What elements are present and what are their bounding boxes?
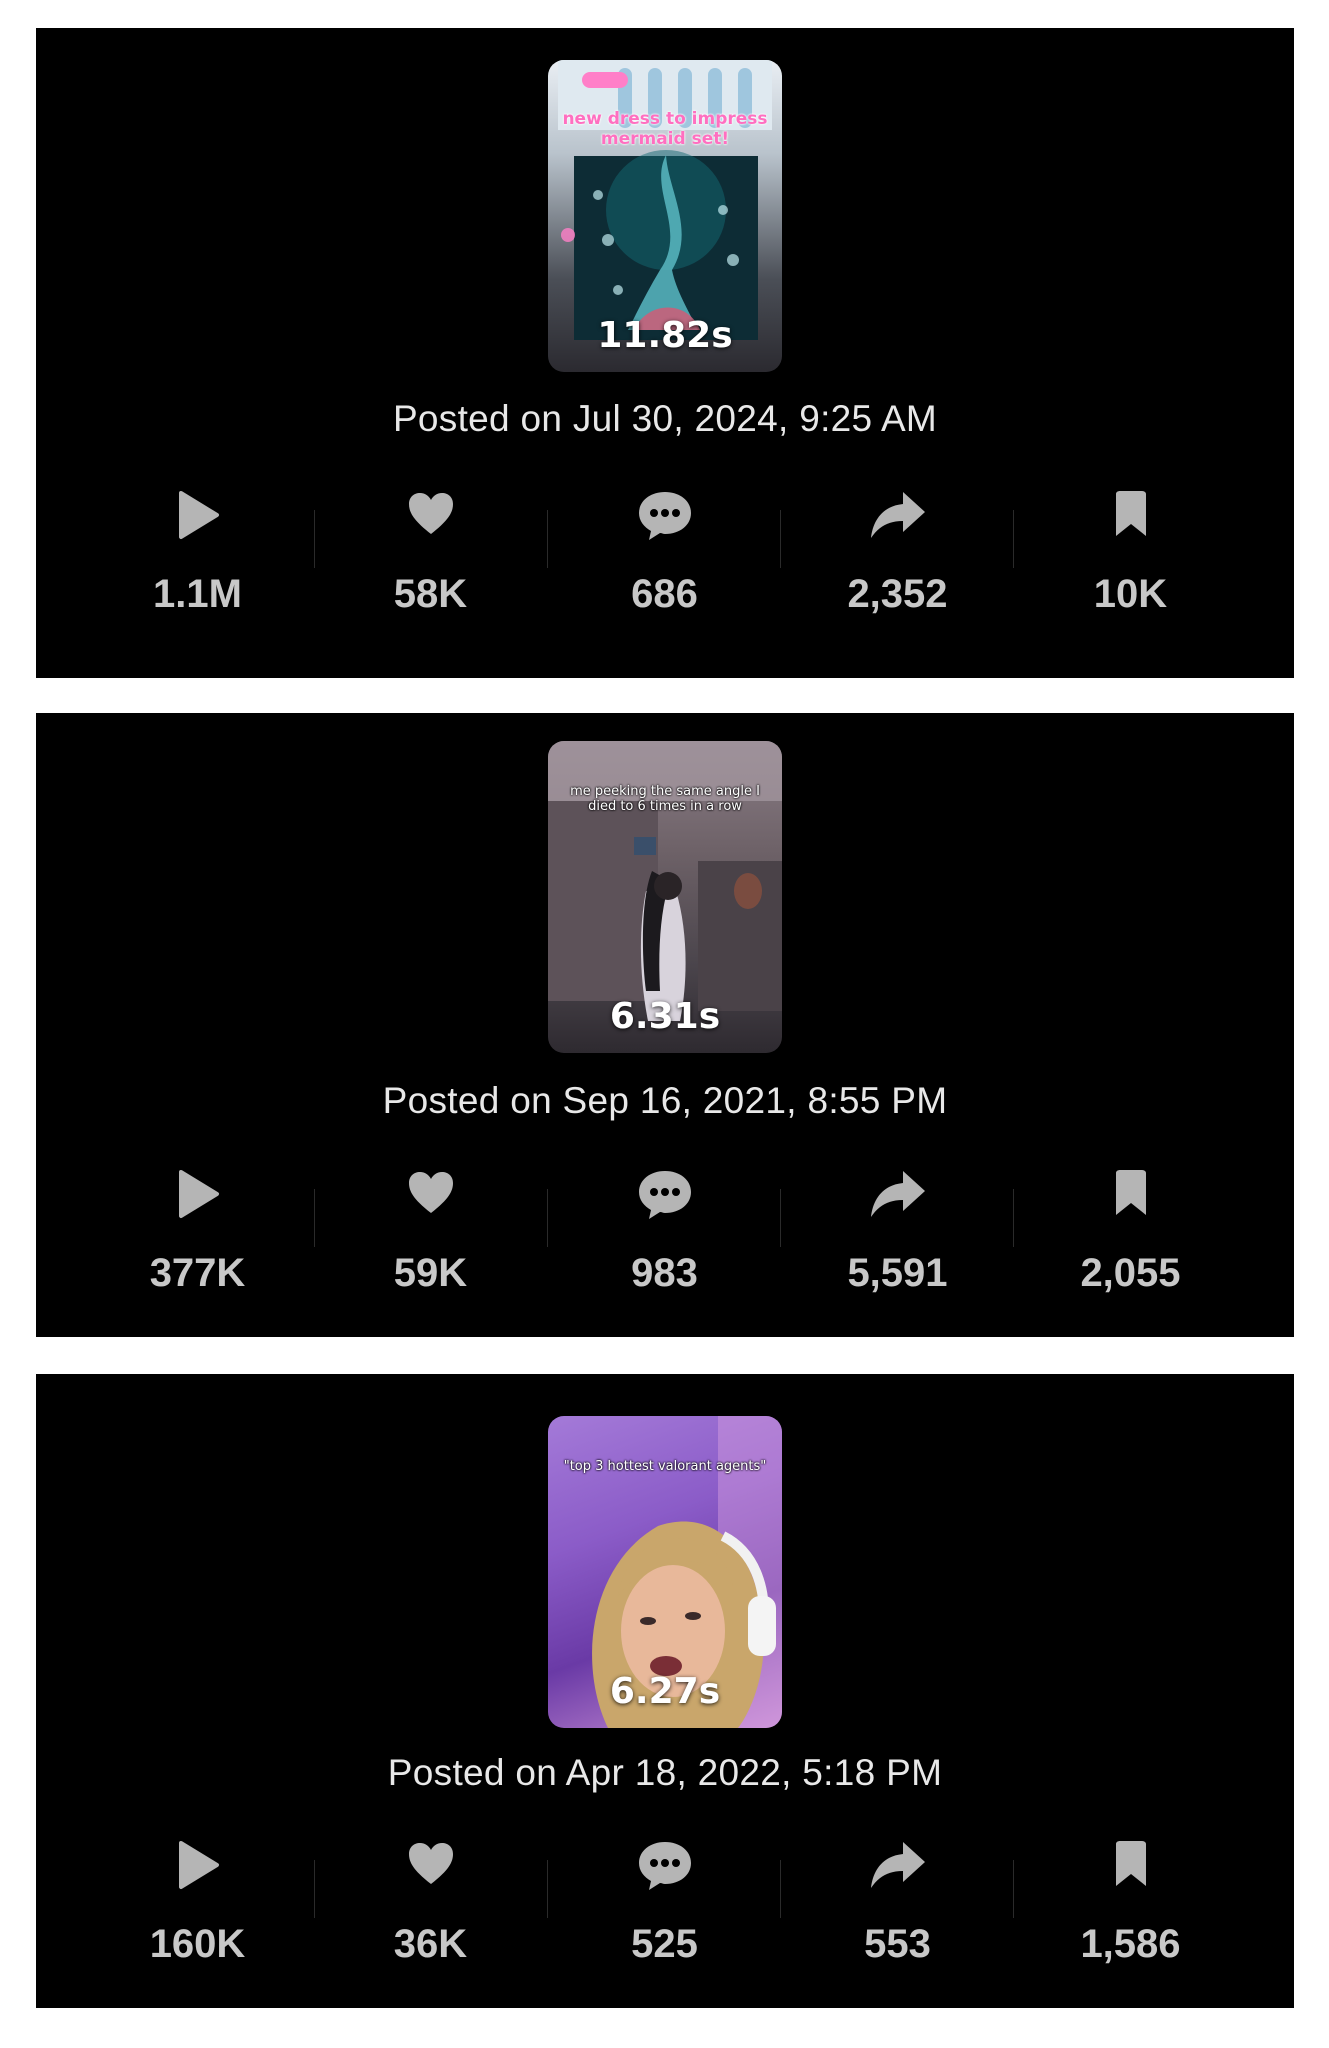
video-duration: 6.31s <box>609 996 721 1037</box>
play-icon <box>81 490 314 550</box>
stat-value-likes: 36K <box>393 1922 468 1966</box>
stat-likes[interactable]: 58K <box>314 490 547 630</box>
stat-value-saves: 1,586 <box>1080 1922 1181 1966</box>
stat-comments[interactable]: 686 <box>548 490 781 630</box>
video-duration: 11.82s <box>597 315 733 356</box>
stat-comments[interactable]: 983 <box>548 1169 781 1309</box>
stat-value-comments: 686 <box>631 572 698 616</box>
play-icon <box>81 1169 314 1229</box>
stat-likes[interactable]: 36K <box>314 1840 547 1980</box>
stat-value-comments: 525 <box>631 1922 698 1966</box>
heart-icon <box>314 1169 547 1229</box>
post-card[interactable]: "top 3 hottest valorant agents" 6.27s Po… <box>36 1374 1294 2008</box>
stat-value-shares: 2,352 <box>847 572 948 616</box>
share-icon <box>781 1169 1014 1229</box>
analytics-post-list: new dress to impress mermaid set! 11.82s… <box>0 0 1329 2048</box>
stat-shares[interactable]: 2,352 <box>781 490 1014 630</box>
stat-saves[interactable]: 1,586 <box>1014 1840 1247 1980</box>
posted-date: Posted on Sep 16, 2021, 8:55 PM <box>382 1080 948 1121</box>
stat-value-saves: 10K <box>1093 572 1168 616</box>
video-thumbnail[interactable]: new dress to impress mermaid set! 11.82s <box>548 60 782 372</box>
stat-value-comments: 983 <box>631 1251 698 1295</box>
share-icon <box>781 490 1014 550</box>
bookmark-icon <box>1014 1169 1247 1229</box>
stat-value-shares: 553 <box>864 1922 931 1966</box>
stat-saves[interactable]: 10K <box>1014 490 1247 630</box>
stat-value-saves: 2,055 <box>1080 1251 1181 1295</box>
stat-likes[interactable]: 59K <box>314 1169 547 1309</box>
comment-icon <box>548 1840 781 1900</box>
posted-date: Posted on Jul 30, 2024, 9:25 AM <box>392 398 938 439</box>
stat-value-plays: 1.1M <box>153 572 242 616</box>
stat-comments[interactable]: 525 <box>548 1840 781 1980</box>
thumbnail-caption: me peeking the same angle I died to 6 ti… <box>570 784 760 814</box>
stat-plays[interactable]: 377K <box>81 1169 314 1309</box>
video-thumbnail[interactable]: me peeking the same angle I died to 6 ti… <box>548 741 782 1053</box>
stat-value-shares: 5,591 <box>847 1251 948 1295</box>
stat-plays[interactable]: 160K <box>81 1840 314 1980</box>
stat-shares[interactable]: 553 <box>781 1840 1014 1980</box>
stats-row: 1.1M 58K 686 2,352 10K <box>36 490 1294 630</box>
video-thumbnail[interactable]: "top 3 hottest valorant agents" 6.27s <box>548 1416 782 1728</box>
stat-saves[interactable]: 2,055 <box>1014 1169 1247 1309</box>
stats-row: 160K 36K 525 553 1,586 <box>36 1840 1294 1980</box>
stat-plays[interactable]: 1.1M <box>81 490 314 630</box>
stat-value-plays: 160K <box>149 1922 246 1966</box>
comment-icon <box>548 490 781 550</box>
bookmark-icon <box>1014 490 1247 550</box>
comment-icon <box>548 1169 781 1229</box>
share-icon <box>781 1840 1014 1900</box>
heart-icon <box>314 1840 547 1900</box>
stat-shares[interactable]: 5,591 <box>781 1169 1014 1309</box>
bookmark-icon <box>1014 1840 1247 1900</box>
stats-row: 377K 59K 983 5,591 2,055 <box>36 1169 1294 1309</box>
posted-date: Posted on Apr 18, 2022, 5:18 PM <box>387 1752 943 1793</box>
post-card[interactable]: me peeking the same angle I died to 6 ti… <box>36 713 1294 1337</box>
video-duration: 6.27s <box>609 1671 721 1712</box>
post-card[interactable]: new dress to impress mermaid set! 11.82s… <box>36 28 1294 678</box>
thumbnail-caption: "top 3 hottest valorant agents" <box>563 1459 767 1474</box>
thumbnail-caption: new dress to impress mermaid set! <box>562 109 768 149</box>
heart-icon <box>314 490 547 550</box>
stat-value-likes: 58K <box>393 572 468 616</box>
stat-value-plays: 377K <box>149 1251 246 1295</box>
stat-value-likes: 59K <box>393 1251 468 1295</box>
play-icon <box>81 1840 314 1900</box>
